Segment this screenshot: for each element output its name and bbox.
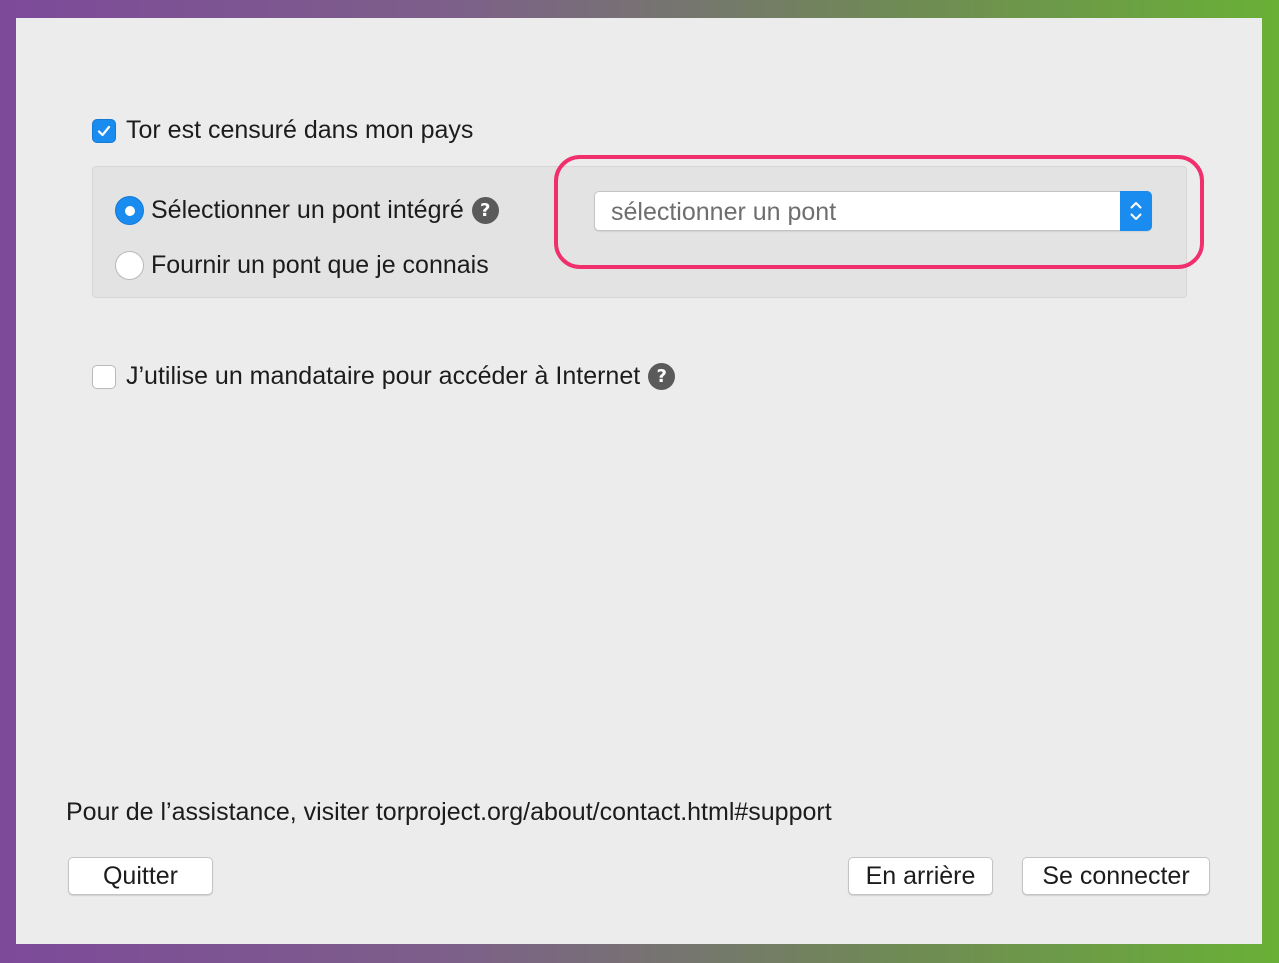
custom-bridge-row[interactable]: Fournir un pont que je connais (115, 251, 489, 280)
censored-label[interactable]: Tor est censuré dans mon pays (126, 116, 473, 145)
bridge-type-select[interactable]: sélectionner un pont (594, 191, 1152, 231)
radio-dot-icon (124, 205, 135, 216)
checkmark-icon (97, 125, 111, 136)
censored-row[interactable]: Tor est censuré dans mon pays (92, 116, 473, 145)
select-arrows-icon[interactable] (1120, 191, 1152, 231)
tor-network-settings-window: Tor est censuré dans mon pays Sélectionn… (16, 18, 1262, 944)
quit-button[interactable]: Quitter (68, 857, 213, 895)
proxy-label[interactable]: J’utilise un mandataire pour accéder à I… (126, 362, 640, 391)
help-icon[interactable]: ? (471, 197, 499, 224)
builtin-bridge-label[interactable]: Sélectionner un pont intégré (151, 196, 464, 225)
connect-button[interactable]: Se connecter (1022, 857, 1210, 895)
builtin-bridge-row[interactable]: Sélectionner un pont intégré ? (115, 196, 499, 225)
bridge-select-value: sélectionner un pont (611, 198, 837, 226)
back-button[interactable]: En arrière (848, 857, 993, 895)
custom-bridge-label[interactable]: Fournir un pont que je connais (151, 251, 489, 280)
support-text: Pour de l’assistance, visiter torproject… (66, 798, 832, 826)
censored-checkbox[interactable] (92, 118, 116, 143)
custom-bridge-radio[interactable] (115, 251, 144, 280)
help-icon[interactable]: ? (648, 363, 676, 390)
proxy-row[interactable]: J’utilise un mandataire pour accéder à I… (92, 362, 676, 391)
builtin-bridge-radio[interactable] (115, 196, 144, 225)
proxy-checkbox[interactable] (92, 364, 116, 389)
